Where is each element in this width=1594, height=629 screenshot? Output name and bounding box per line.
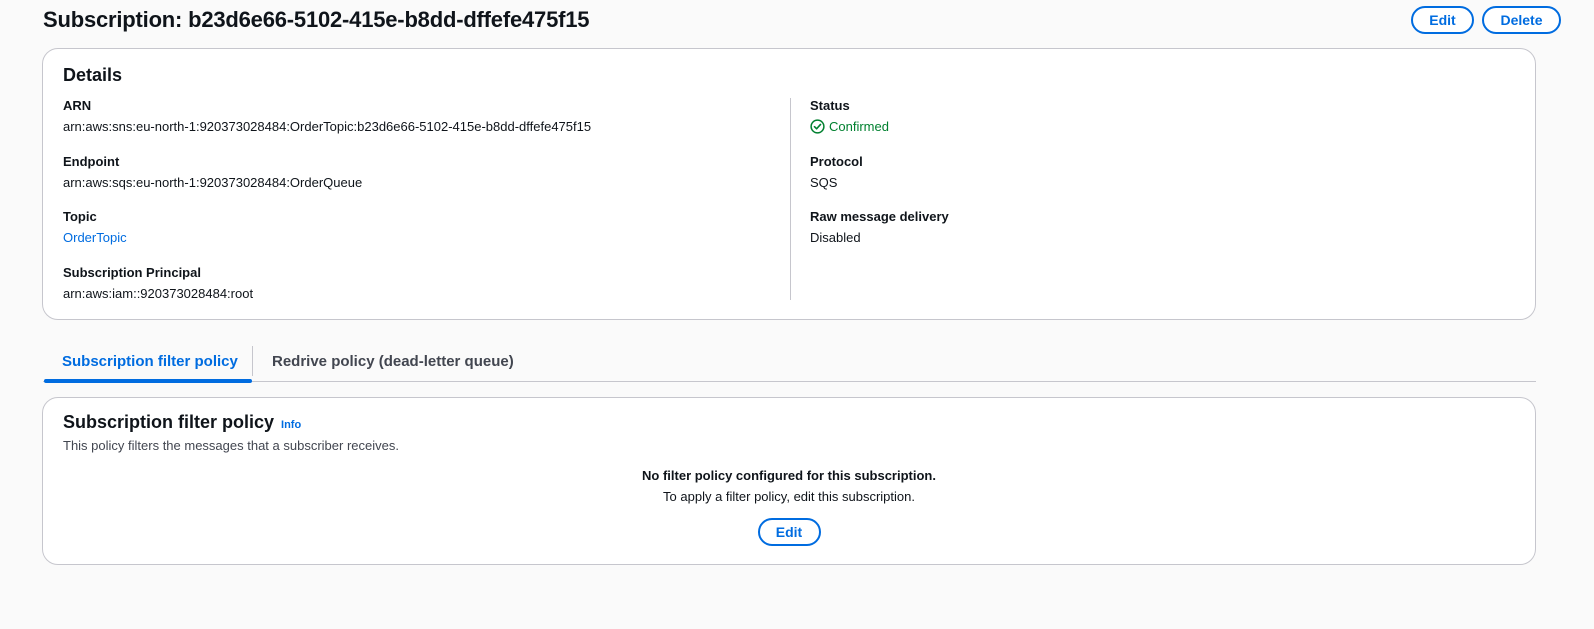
policy-tabs: Subscription filter policy Redrive polic… (43, 341, 1536, 383)
raw-message-delivery-value: Disabled (810, 230, 861, 245)
header-actions: Edit Delete (1411, 6, 1561, 34)
status-field: Status Confirmed (810, 98, 1510, 154)
tab-separator (252, 346, 253, 376)
filter-policy-panel: Subscription filter policy Info This pol… (42, 397, 1536, 565)
filter-policy-title: Subscription filter policy (63, 412, 275, 432)
delete-button[interactable]: Delete (1482, 6, 1561, 34)
tab-redrive-policy[interactable]: Redrive policy (dead-letter queue) (272, 341, 514, 381)
raw-message-delivery-label: Raw message delivery (810, 209, 949, 224)
endpoint-label: Endpoint (63, 153, 120, 169)
details-panel: Details ARN arn:aws:sns:eu-north-1:92037… (42, 48, 1536, 320)
empty-state-title: No filter policy configured for this sub… (642, 468, 936, 483)
empty-state: No filter policy configured for this sub… (43, 468, 1535, 546)
topic-link[interactable]: OrderTopic (63, 228, 783, 247)
topic-field: Topic OrderTopic (63, 209, 783, 265)
subscription-page: Subscription: b23d6e66-5102-415e-b8dd-df… (0, 0, 1594, 629)
tab-subscription-filter-policy[interactable]: Subscription filter policy (44, 341, 252, 383)
page-header: Subscription: b23d6e66-5102-415e-b8dd-df… (43, 5, 1561, 35)
column-divider (790, 98, 791, 300)
raw-message-delivery-field: Raw message delivery Disabled (810, 209, 1510, 265)
endpoint-field: Endpoint arn:aws:sqs:eu-north-1:92037302… (63, 154, 783, 210)
subscription-principal-label: Subscription Principal (63, 264, 201, 280)
status-label: Status (810, 98, 850, 113)
status-value: Confirmed (810, 117, 1510, 136)
details-left-column: ARN arn:aws:sns:eu-north-1:920373028484:… (63, 98, 783, 320)
subscription-principal-value: arn:aws:iam::920373028484:root (63, 285, 254, 301)
topic-label: Topic (63, 209, 97, 224)
details-title: Details (63, 65, 123, 85)
check-circle-icon (810, 119, 825, 134)
details-right-column: Status Confirmed Protocol SQS Raw messag… (810, 98, 1510, 265)
endpoint-value: arn:aws:sqs:eu-north-1:920373028484:Orde… (63, 174, 363, 190)
protocol-label: Protocol (810, 153, 863, 169)
edit-filter-policy-button[interactable]: Edit (757, 518, 821, 546)
arn-label: ARN (63, 98, 92, 113)
protocol-field: Protocol SQS (810, 154, 1510, 210)
edit-button[interactable]: Edit (1411, 6, 1474, 34)
filter-policy-header: Subscription filter policy Info (63, 412, 301, 433)
empty-state-description: To apply a filter policy, edit this subs… (663, 489, 915, 504)
filter-policy-description: This policy filters the messages that a … (63, 438, 399, 453)
arn-value: arn:aws:sns:eu-north-1:920373028484:Orde… (63, 119, 592, 134)
page-title: Subscription: b23d6e66-5102-415e-b8dd-df… (43, 7, 590, 32)
protocol-value: SQS (810, 174, 838, 190)
arn-field: ARN arn:aws:sns:eu-north-1:920373028484:… (63, 98, 783, 154)
status-text: Confirmed (829, 119, 889, 134)
subscription-principal-field: Subscription Principal arn:aws:iam::9203… (63, 265, 783, 321)
info-link[interactable]: Info (281, 419, 301, 431)
